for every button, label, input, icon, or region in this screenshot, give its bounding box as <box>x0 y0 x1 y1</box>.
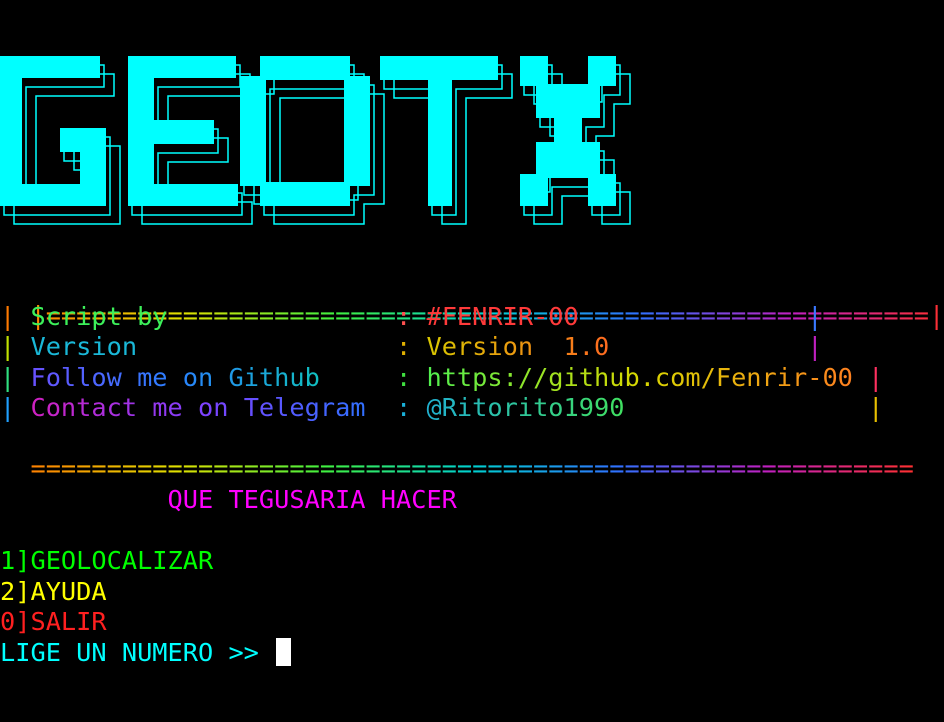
menu-title-indent <box>0 485 168 514</box>
row-value: https://github.com/Fenrir-00 <box>426 363 853 392</box>
prompt-text: LIGE UN NUMERO >> <box>0 638 275 667</box>
row-right-pipe: | <box>807 332 823 361</box>
menu-title: QUE TEGUSARIA HACER <box>167 485 457 514</box>
row-label-pad <box>137 332 396 361</box>
prompt-line[interactable]: LIGE UN NUMERO >> <box>0 638 292 668</box>
row-value-pad <box>853 363 868 392</box>
row-left-pipe: | <box>0 393 31 422</box>
row-label-pad <box>168 302 396 331</box>
row-value: @Ritorito1990 <box>426 393 625 422</box>
row-value-pad <box>624 393 868 422</box>
row-left-pipe: | <box>0 363 31 392</box>
row-left-pipe: | <box>0 332 31 361</box>
menu-option-label: SALIR <box>30 607 107 636</box>
info-row-telegram: | Contact me on Telegram : @Ritorito1990… <box>0 393 883 423</box>
row-left-pipe: | <box>0 302 31 331</box>
row-right-pipe: | <box>868 363 884 392</box>
menu-option-key: 1] <box>0 546 31 575</box>
geotx-banner <box>0 52 654 232</box>
row-value-pad <box>609 332 807 361</box>
info-row-version: | Version : Version 1.0 | <box>0 332 822 362</box>
row-label: Contact me on Telegram <box>30 393 366 422</box>
row-value-pad <box>579 302 807 331</box>
info-row-github: | Follow me on Github : https://github.c… <box>0 363 883 393</box>
row-right-pipe: | <box>868 393 884 422</box>
menu-title-line: QUE TEGUSARIA HACER <box>0 485 457 515</box>
row-separator: : <box>396 393 427 422</box>
row-right-pipe: | <box>807 302 823 331</box>
menu-option-label: AYUDA <box>30 577 107 606</box>
row-separator: : <box>396 302 427 331</box>
geotx-banner-art <box>0 56 631 225</box>
row-separator: : <box>396 332 427 361</box>
menu-option-key: 2] <box>0 577 31 606</box>
row-label: Script by <box>30 302 168 331</box>
row-label: Follow me on Github <box>30 363 320 392</box>
row-label-pad <box>320 363 396 392</box>
menu-option-ayuda: 2]AYUDA <box>0 577 107 607</box>
row-separator: : <box>396 363 427 392</box>
menu-option-salir: 0]SALIR <box>0 607 107 637</box>
terminal-cursor[interactable] <box>276 638 292 666</box>
menu-option-label: GEOLOCALIZAR <box>30 546 214 575</box>
row-value: Version 1.0 <box>426 332 610 361</box>
row-value: #FENRIR-00 <box>426 302 579 331</box>
info-box-top-border: |=======================================… <box>0 271 944 330</box>
info-row-script-by: | Script by : #FENRIR-00 | <box>0 302 822 332</box>
row-label-pad <box>366 393 396 422</box>
bottom-border-text: ========================================… <box>30 454 914 483</box>
menu-option-geolocalizar: 1]GEOLOCALIZAR <box>0 546 213 576</box>
menu-option-key: 0] <box>0 607 31 636</box>
info-box-bottom-border: ========================================… <box>0 424 913 483</box>
row-label: Version <box>30 332 138 361</box>
